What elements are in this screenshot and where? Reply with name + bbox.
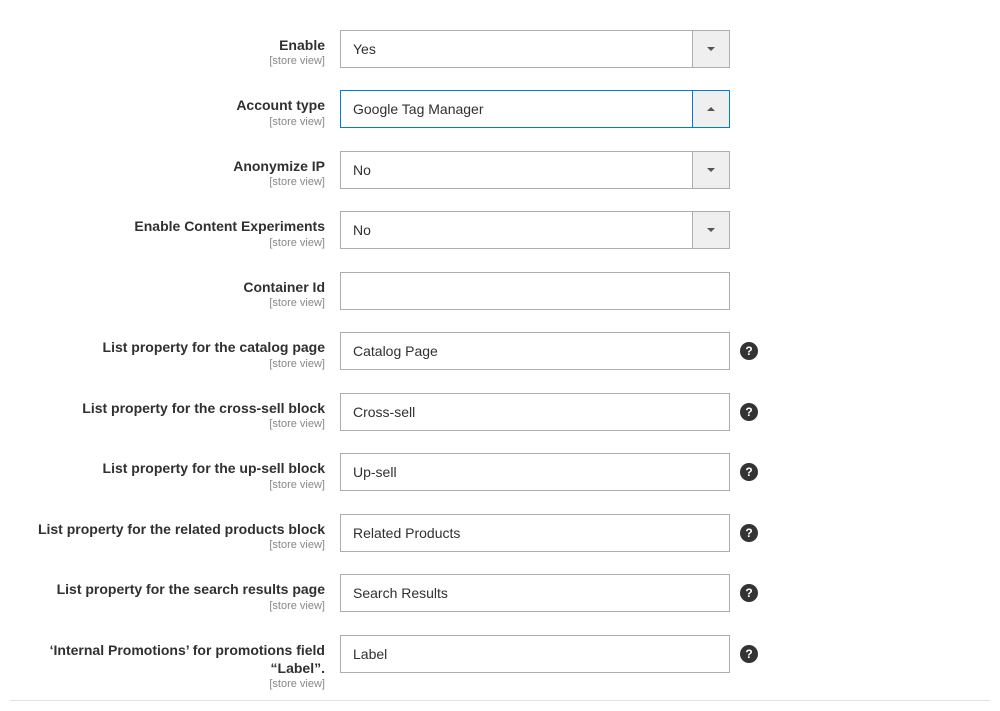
field-label-cross-sell: List property for the cross-sell block (10, 399, 325, 417)
label-col: List property for the cross-sell block [… (10, 393, 340, 431)
help-icon[interactable]: ? (740, 342, 758, 360)
label-col: Container Id [store view] (10, 272, 340, 310)
row-content-experiments: Enable Content Experiments [store view] (10, 211, 990, 249)
field-label-search-results: List property for the search results pag… (10, 580, 325, 598)
content-experiments-select[interactable] (340, 211, 730, 249)
field-label-related-products: List property for the related products b… (10, 520, 325, 538)
account-type-select[interactable] (340, 90, 730, 128)
field-scope: [store view] (10, 417, 325, 431)
row-container-id: Container Id [store view] (10, 272, 990, 310)
row-up-sell: List property for the up-sell block [sto… (10, 453, 990, 491)
field-scope: [store view] (10, 538, 325, 552)
help-icon[interactable]: ? (740, 584, 758, 602)
enable-select[interactable] (340, 30, 730, 68)
field-scope: [store view] (10, 677, 325, 691)
label-col: Enable [store view] (10, 30, 340, 68)
label-col: Enable Content Experiments [store view] (10, 211, 340, 249)
field-label-enable: Enable (10, 36, 325, 54)
promotions-label-input[interactable] (340, 635, 730, 673)
cross-sell-input[interactable] (340, 393, 730, 431)
label-col: ‘Internal Promotions’ for promotions fie… (10, 635, 340, 692)
field-scope: [store view] (10, 478, 325, 492)
row-cross-sell: List property for the cross-sell block [… (10, 393, 990, 431)
label-col: List property for the up-sell block [sto… (10, 453, 340, 491)
row-promotions-label: ‘Internal Promotions’ for promotions fie… (10, 635, 990, 701)
row-related-products: List property for the related products b… (10, 514, 990, 552)
related-products-input[interactable] (340, 514, 730, 552)
label-col: List property for the related products b… (10, 514, 340, 552)
help-icon[interactable]: ? (740, 524, 758, 542)
field-scope: [store view] (10, 357, 325, 371)
row-search-results: List property for the search results pag… (10, 574, 990, 612)
row-anonymize-ip: Anonymize IP [store view] (10, 151, 990, 189)
row-catalog-page: List property for the catalog page [stor… (10, 332, 990, 370)
help-icon[interactable]: ? (740, 403, 758, 421)
field-label-account-type: Account type (10, 96, 325, 114)
row-account-type: Account type [store view] (10, 90, 990, 128)
field-label-up-sell: List property for the up-sell block (10, 459, 325, 477)
field-label-container-id: Container Id (10, 278, 325, 296)
search-results-input[interactable] (340, 574, 730, 612)
container-id-input[interactable] (340, 272, 730, 310)
help-icon[interactable]: ? (740, 463, 758, 481)
field-label-catalog-page: List property for the catalog page (10, 338, 325, 356)
catalog-page-input[interactable] (340, 332, 730, 370)
field-scope: [store view] (10, 54, 325, 68)
label-col: Account type [store view] (10, 90, 340, 128)
label-col: Anonymize IP [store view] (10, 151, 340, 189)
settings-form: Enable [store view] Account type [store … (10, 30, 990, 701)
label-col: List property for the search results pag… (10, 574, 340, 612)
field-label-anonymize-ip: Anonymize IP (10, 157, 325, 175)
up-sell-input[interactable] (340, 453, 730, 491)
field-scope: [store view] (10, 236, 325, 250)
field-scope: [store view] (10, 599, 325, 613)
help-icon[interactable]: ? (740, 645, 758, 663)
row-enable: Enable [store view] (10, 30, 990, 68)
label-col: List property for the catalog page [stor… (10, 332, 340, 370)
field-scope: [store view] (10, 296, 325, 310)
field-label-content-experiments: Enable Content Experiments (10, 217, 325, 235)
field-scope: [store view] (10, 115, 325, 129)
anonymize-ip-select[interactable] (340, 151, 730, 189)
field-scope: [store view] (10, 175, 325, 189)
